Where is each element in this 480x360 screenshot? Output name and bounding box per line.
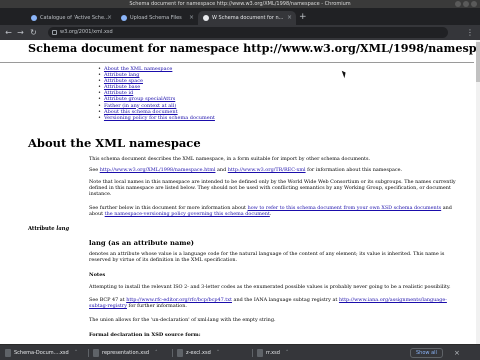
text: and the IANA language subtag registry at <box>231 297 339 303</box>
download-item[interactable]: z-excl.xsd ˄ <box>176 348 219 358</box>
toc-link-attribute-lang[interactable]: Attribute lang <box>104 72 140 78</box>
menu-icon[interactable]: ⋮ <box>466 27 474 38</box>
window-controls <box>455 1 477 7</box>
close-window-button[interactable] <box>471 1 477 7</box>
tab-bar: Catalogue of 'Active Sche... × Upload Sc… <box>0 8 480 25</box>
reload-icon[interactable]: ↻ <box>28 27 39 38</box>
toc-item: Versioning policy for this schema docume… <box>103 115 215 121</box>
vertical-scrollbar[interactable] <box>476 40 480 344</box>
close-tab-icon[interactable]: × <box>287 11 292 25</box>
file-icon <box>177 349 183 357</box>
rec-xml-link[interactable]: http://www.w3.org/TR/REC-xml <box>228 167 306 173</box>
tab-label: Upload Schema Files <box>130 15 182 21</box>
close-tab-icon[interactable]: × <box>107 11 112 25</box>
window-title: Schema document for namespace http://www… <box>129 1 351 7</box>
forward-icon[interactable]: → <box>15 27 26 38</box>
toolbar: ← → ↻ w3.org/2001/xml.xsd ⋮ <box>0 25 480 40</box>
intro-paragraph: This schema document describes the XML n… <box>89 156 371 162</box>
maximize-button[interactable] <box>463 1 469 7</box>
tab-schema-document[interactable]: W Schema document for n... × <box>198 11 296 25</box>
file-icon <box>93 349 99 357</box>
show-all-button[interactable]: Show all <box>410 348 443 358</box>
namespace-html-link[interactable]: http://www.w3.org/XML/1998/namespace.htm… <box>100 167 216 173</box>
close-shelf-icon[interactable]: × <box>454 348 460 358</box>
how-to-refer-link[interactable]: how to refer to this schema document fro… <box>248 205 442 211</box>
text: See <box>89 167 100 173</box>
download-item[interactable]: representation.xsd ˄ <box>92 348 158 358</box>
favicon-icon <box>203 15 209 21</box>
attribute-name: lang <box>56 226 70 232</box>
download-filename: representation.xsd <box>102 350 149 356</box>
url-text: w3.org/2001/xml.xsd <box>60 29 113 35</box>
download-item[interactable]: Schema-Docum....xsd ˄ <box>4 348 77 358</box>
further-paragraph: See further below in this document for m… <box>89 205 459 218</box>
file-icon <box>5 349 11 357</box>
toc-link-attribute-id[interactable]: Attribute id <box>104 90 133 96</box>
download-item[interactable]: rr.xsd ˄ <box>256 348 288 358</box>
minimize-button[interactable] <box>455 1 461 7</box>
tab-upload-schema[interactable]: Upload Schema Files × <box>116 11 198 25</box>
section-heading: About the XML namespace <box>28 136 201 150</box>
new-tab-button[interactable]: + <box>299 11 307 23</box>
divider <box>88 349 89 357</box>
versioning-policy-link[interactable]: the namespace-versioning policy governin… <box>105 211 270 217</box>
note-paragraph: Note that local names in this namespace … <box>89 179 456 197</box>
chevron-up-icon[interactable]: ˄ <box>286 350 289 356</box>
see-paragraph: See http://www.w3.org/XML/1998/namespace… <box>89 167 459 174</box>
text: . <box>269 210 272 217</box>
divider <box>252 349 253 357</box>
download-filename: rr.xsd <box>266 350 280 356</box>
mouse-cursor-icon <box>341 69 348 79</box>
notes-heading: Notes <box>89 272 106 278</box>
lock-icon <box>52 30 57 35</box>
bcp47-paragraph: See BCP 47 at http://www.rfc-editor.org/… <box>89 297 459 310</box>
page-content: Schema document for namespace http://www… <box>0 40 480 344</box>
toc-link-about-namespace[interactable]: About the XML namespace <box>104 66 172 72</box>
favicon-icon <box>121 15 127 21</box>
close-tab-icon[interactable]: × <box>189 11 194 25</box>
toc-link-father[interactable]: Father (in any context at all) <box>104 103 176 109</box>
tab-label: Catalogue of 'Active Sche... <box>40 15 109 21</box>
favicon-icon <box>31 15 37 21</box>
toc-link-attribute-space[interactable]: Attribute space <box>104 78 143 84</box>
tab-catalogue[interactable]: Catalogue of 'Active Sche... × <box>26 11 116 25</box>
chevron-up-icon[interactable]: ˄ <box>75 350 78 356</box>
chevron-up-icon[interactable]: ˄ <box>155 350 158 356</box>
notes-paragraph: Attempting to install the relevant ISO 2… <box>89 284 451 290</box>
divider <box>172 349 173 357</box>
text: and <box>215 167 228 173</box>
lang-description: denotes an attribute whose value is a la… <box>89 251 445 263</box>
attribute-label: Attribute lang <box>28 226 69 232</box>
scrollbar-thumb[interactable] <box>476 42 480 82</box>
divider <box>0 62 474 63</box>
download-filename: Schema-Docum....xsd <box>14 350 69 356</box>
attribute-heading: lang (as an attribute name) <box>89 239 195 247</box>
toc-link-about-schema[interactable]: About this schema document <box>104 109 178 115</box>
text: Attribute <box>28 226 57 232</box>
back-icon[interactable]: ← <box>3 27 14 38</box>
tab-label: W Schema document for n... <box>212 15 284 21</box>
toc-link-special-attrs[interactable]: Attribute group specialAttrs <box>104 96 175 102</box>
union-paragraph: The union allows for the 'un-declaration… <box>89 317 276 323</box>
file-icon <box>257 349 263 357</box>
text: for information about this namespace. <box>305 167 403 173</box>
table-of-contents: About the XML namespace Attribute lang A… <box>103 66 215 121</box>
window-titlebar: Schema document for namespace http://www… <box>0 0 480 8</box>
downloads-shelf: Schema-Docum....xsd ˄ representation.xsd ˄… <box>0 344 480 360</box>
download-filename: z-excl.xsd <box>186 350 211 356</box>
text: for further information. <box>126 302 187 309</box>
toc-link-versioning-policy[interactable]: Versioning policy for this schema docume… <box>104 115 215 121</box>
address-bar[interactable]: w3.org/2001/xml.xsd <box>48 27 448 38</box>
page-title: Schema document for namespace http://www… <box>28 41 480 55</box>
toc-link-attribute-base[interactable]: Attribute base <box>104 84 140 90</box>
formal-declaration-heading: Formal declaration in XSD source form: <box>89 332 201 338</box>
chevron-up-icon[interactable]: ˄ <box>217 350 220 356</box>
